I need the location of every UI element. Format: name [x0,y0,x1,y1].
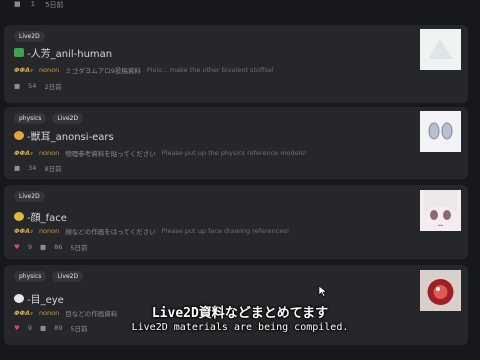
tag[interactable]: Live2D [52,271,84,282]
post-time: 8日前 [44,165,62,173]
tag[interactable]: Live2D [14,31,45,42]
like-count: 9 [27,243,32,251]
post-thumbnail[interactable] [420,190,461,231]
tag[interactable]: Live2D [14,191,45,202]
post-stats: ♥ 9 ■ 86 5日前 [14,242,88,252]
subtitle-english: Live2D materials are being compiled. [131,322,349,333]
post-description: 顔などの作画をはってください [65,228,156,236]
post-description: ミゴダヨムアロ9投稿資料 [65,67,141,75]
post-title[interactable]: -獣耳_anonsi-ears [14,128,114,143]
post-stats: ■ 34 8日前 [14,163,62,173]
post-time: 5日前 [70,244,88,252]
post-time: 5日前 [45,1,64,9]
author-logo: ΦΦA₇ [14,227,33,235]
comment-icon: ■ [39,243,47,251]
post-stats: ■ 54 2日前 [14,81,62,91]
mouse-cursor-icon [318,285,328,297]
post-title[interactable]: -人芳_anil-human [14,45,112,60]
subtitle-japanese: Live2D資料などまとめてます [151,306,329,321]
author-logo: ΦΦA₇ [14,66,33,74]
tag[interactable]: physics [14,271,47,282]
author-name[interactable]: nonon [39,66,59,74]
emoji-icon [14,131,24,140]
post-card[interactable]: Live2D -人芳_anil-human ΦΦA₇ nonon ミゴダヨムアロ… [4,25,468,103]
emoji-icon [14,48,24,57]
post-description-en: Please put up face drawing references! [161,227,290,235]
post-card[interactable]: Live2D -顔_face ΦΦA₇ nonon 顔などの作画をはってください… [4,185,468,259]
emoji-icon [14,212,24,221]
comment-count: 54 [28,82,37,90]
tag[interactable]: Live2D [52,113,84,124]
post-time: 2日前 [44,83,62,91]
tag[interactable]: physics [14,113,47,124]
comment-icon: ■ [14,164,21,172]
post-meta: ΦΦA₇ nonon 顔などの作画をはってください Please put up … [14,226,289,236]
heart-icon[interactable]: ♥ [14,243,20,251]
author-name[interactable]: nonon [39,149,59,157]
comment-icon: ■ [14,0,21,8]
forum-page: ■ 1 5日前 Live2D -人芳_anil-human ΦΦA₇ nonon… [0,0,480,360]
post-description: 物理参考資料を貼ってください [65,150,156,158]
post-card[interactable]: physics Live2D -獣耳_anonsi-ears ΦΦA₇ nono… [4,107,468,179]
author-logo: ΦΦA₇ [14,149,33,157]
comment-count: 1 [30,0,36,8]
post-description-en: Please put up the physics reference mode… [161,149,307,157]
author-name[interactable]: nonon [39,227,59,235]
previous-post-footer: ■ 1 5日前 [0,0,480,12]
post-meta: ΦΦA₇ nonon 物理参考資料を貼ってください Please put up … [14,148,306,158]
comment-icon: ■ [14,82,21,90]
comment-count: 34 [28,164,37,172]
post-description-en: Pixiv... make the other bivalent stoffse… [146,66,274,74]
post-thumbnail[interactable] [420,111,461,152]
post-meta: ΦΦA₇ nonon ミゴダヨムアロ9投稿資料 Pixiv... make th… [14,65,274,75]
post-thumbnail[interactable] [420,29,461,70]
post-title[interactable]: -顔_face [14,209,67,224]
comment-count: 86 [54,243,63,251]
